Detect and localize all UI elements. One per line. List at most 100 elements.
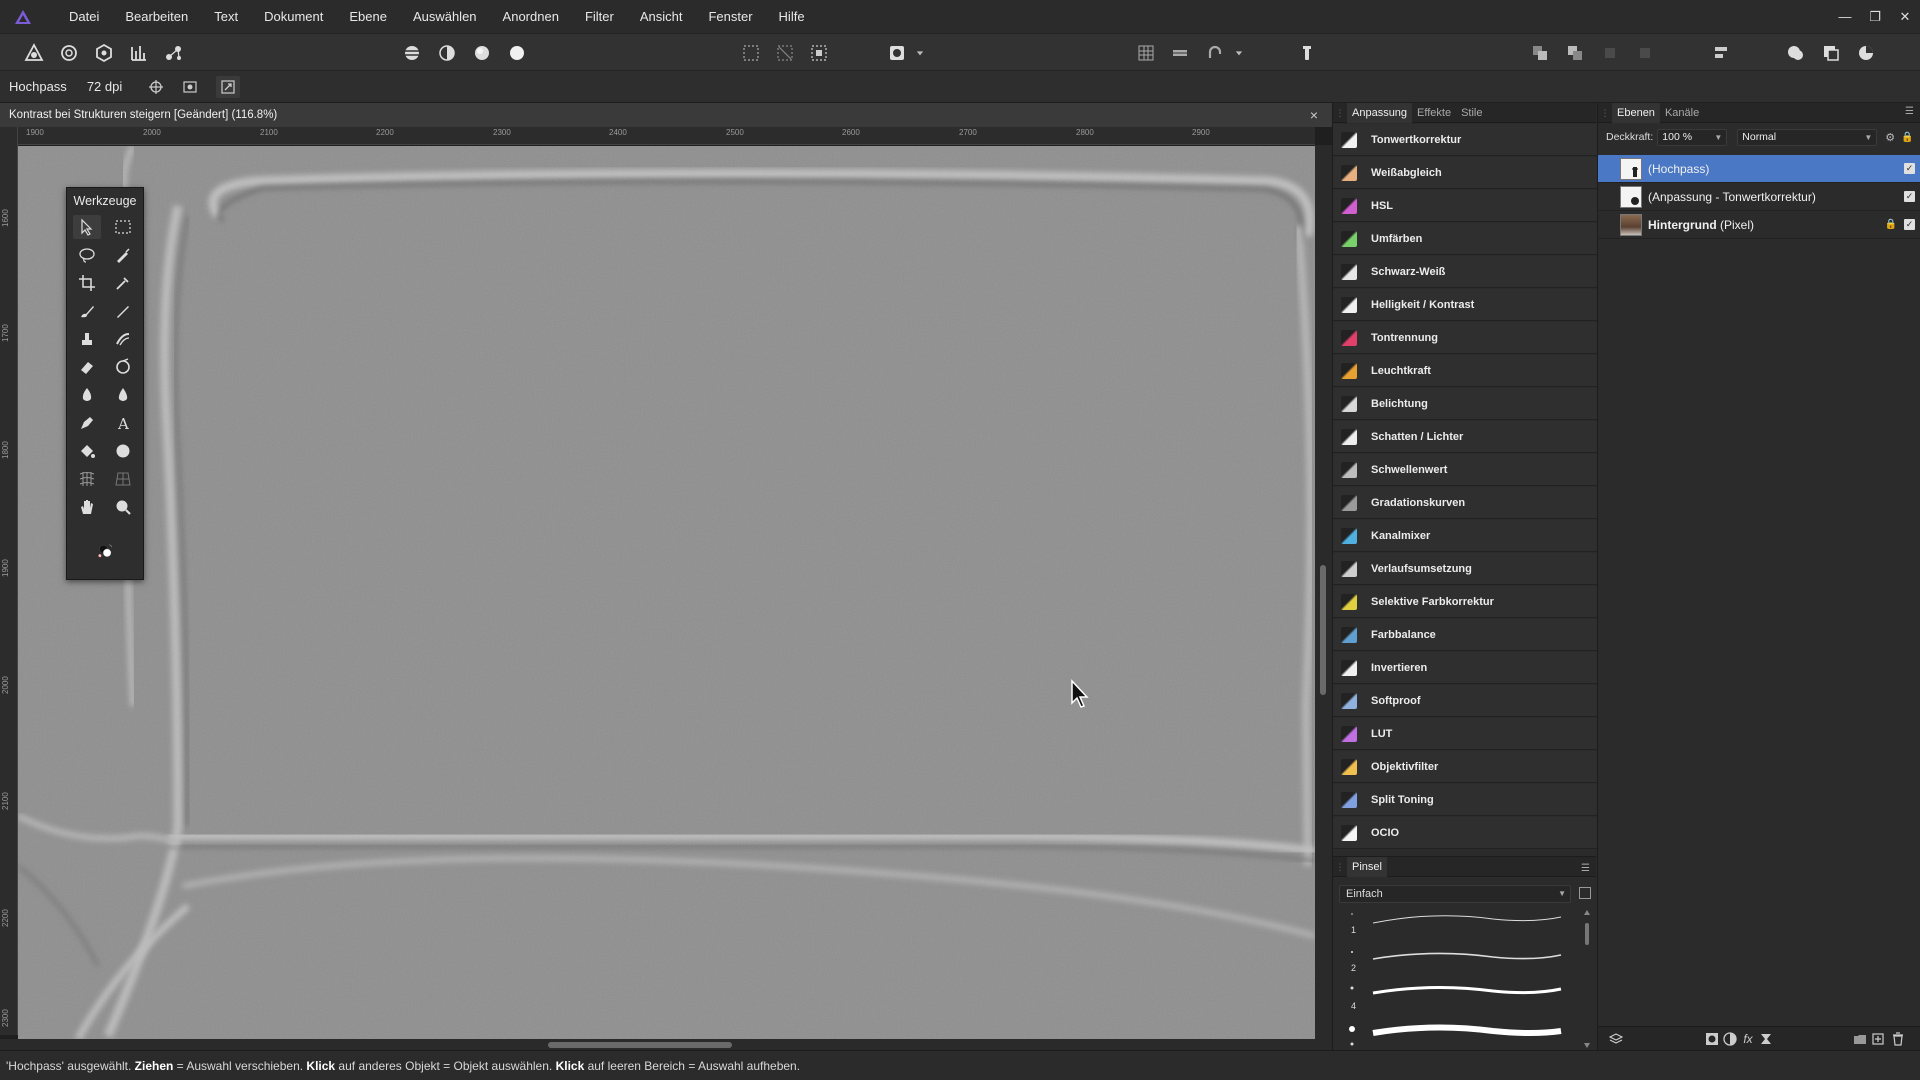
pen-tool-icon[interactable] bbox=[73, 411, 101, 435]
selection-brush-tool-icon[interactable] bbox=[109, 243, 137, 267]
tab-anpassung[interactable]: Anpassung bbox=[1347, 102, 1413, 123]
rectangular-marquee-tool-icon[interactable] bbox=[109, 215, 137, 239]
brush-category-select[interactable]: Einfach ▼ bbox=[1339, 885, 1571, 903]
fx-icon[interactable]: fx bbox=[1740, 1031, 1756, 1047]
smudge-tool-icon[interactable] bbox=[109, 327, 137, 351]
adjustment-item[interactable]: HSL bbox=[1333, 190, 1597, 222]
adjustment-item[interactable]: Weißabgleich bbox=[1333, 157, 1597, 189]
align-objects-icon[interactable] bbox=[1709, 40, 1735, 66]
gear-icon[interactable]: ⚙ bbox=[1885, 131, 1895, 144]
brush-scrollbar[interactable] bbox=[1583, 909, 1591, 1049]
brush-panel-menu-icon[interactable]: ☰ bbox=[1581, 863, 1590, 874]
adjustment-item[interactable]: Helligkeit / Kontrast bbox=[1333, 289, 1597, 321]
brush-preset[interactable]: 1 bbox=[1343, 909, 1573, 947]
ellipse-tool-icon[interactable] bbox=[109, 439, 137, 463]
clone-tool-icon[interactable] bbox=[73, 327, 101, 351]
tab-ebenen[interactable]: Ebenen bbox=[1612, 102, 1660, 123]
invert-selection-icon[interactable] bbox=[806, 40, 832, 66]
layer-row-hintergrund[interactable]: Hintergrund (Pixel) 🔒 ✓ bbox=[1598, 211, 1920, 239]
menu-anordnen[interactable]: Anordnen bbox=[490, 0, 572, 33]
add-pixel-layer-icon[interactable] bbox=[1870, 1031, 1886, 1047]
deselect-icon[interactable] bbox=[772, 40, 798, 66]
adjustment-item[interactable]: Leuchtkraft bbox=[1333, 355, 1597, 387]
menu-datei[interactable]: Datei bbox=[56, 0, 112, 33]
menu-dokument[interactable]: Dokument bbox=[251, 0, 336, 33]
adjustment-layer-icon[interactable] bbox=[1722, 1031, 1738, 1047]
auto-levels-icon[interactable] bbox=[399, 40, 425, 66]
adjustment-item[interactable]: OCIO bbox=[1333, 817, 1597, 849]
zoom-tool-icon[interactable] bbox=[109, 495, 137, 519]
app-logo-icon[interactable] bbox=[12, 6, 34, 28]
color-picker-tool-icon[interactable] bbox=[109, 271, 137, 295]
tab-effekte[interactable]: Effekte bbox=[1412, 103, 1456, 123]
arrange-backward-icon[interactable] bbox=[1632, 40, 1658, 66]
menu-fenster[interactable]: Fenster bbox=[695, 0, 765, 33]
document-tab[interactable]: Kontrast bei Strukturen steigern [Geände… bbox=[0, 103, 1332, 127]
brush-options-icon[interactable] bbox=[1579, 887, 1591, 899]
close-window-icon[interactable]: ✕ bbox=[1890, 0, 1920, 33]
adjustment-item[interactable]: LUT bbox=[1333, 718, 1597, 750]
layer-visibility-checkbox[interactable]: ✓ bbox=[1904, 163, 1915, 174]
panel-grip-icon[interactable]: ⋮ bbox=[1333, 103, 1347, 123]
crop-tool-icon[interactable] bbox=[73, 271, 101, 295]
blemish-removal-tool-icon[interactable] bbox=[109, 355, 137, 379]
pin-icon[interactable] bbox=[216, 75, 241, 98]
horizontal-scrollbar[interactable] bbox=[0, 1039, 1332, 1050]
hand-tool-icon[interactable] bbox=[73, 495, 101, 519]
menu-hilfe[interactable]: Hilfe bbox=[766, 0, 818, 33]
tab-kanaele[interactable]: Kanäle bbox=[1660, 103, 1704, 123]
auto-contrast-icon[interactable] bbox=[434, 40, 460, 66]
layer-row-hochpass[interactable]: (Hochpass) ✓ bbox=[1598, 155, 1920, 183]
transform-origin-icon[interactable] bbox=[144, 76, 168, 98]
perspective-tool-icon[interactable] bbox=[109, 467, 137, 491]
mask-layer-icon[interactable] bbox=[1704, 1031, 1720, 1047]
tone-mapping-persona-icon[interactable] bbox=[126, 40, 152, 66]
auto-white-balance-icon[interactable] bbox=[504, 40, 530, 66]
layers-stack-icon[interactable] bbox=[1608, 1031, 1624, 1047]
tab-stile[interactable]: Stile bbox=[1456, 103, 1487, 123]
blend-mode-select[interactable]: Normal ▼ bbox=[1737, 128, 1878, 146]
text-tool-icon[interactable]: A bbox=[109, 411, 137, 435]
hide-selection-icon[interactable] bbox=[178, 76, 202, 98]
adjustment-item[interactable]: Kanalmixer bbox=[1333, 520, 1597, 552]
vertical-scrollbar[interactable] bbox=[1315, 145, 1332, 1039]
delete-layer-icon[interactable] bbox=[1890, 1031, 1906, 1047]
selection-marquee-icon[interactable] bbox=[738, 40, 764, 66]
color-swatches[interactable] bbox=[81, 528, 131, 574]
arrange-front-icon[interactable] bbox=[1562, 40, 1588, 66]
layer-row-tonwertkorrektur[interactable]: (Anpassung - Tonwertkorrektur) ✓ bbox=[1598, 183, 1920, 211]
adjustment-item[interactable]: Selektive Farbkorrektur bbox=[1333, 586, 1597, 618]
menu-auswaehlen[interactable]: Auswählen bbox=[400, 0, 490, 33]
boolean-intersect-icon[interactable] bbox=[1853, 40, 1879, 66]
panel-grip-icon[interactable]: ⋮ bbox=[1333, 857, 1347, 877]
adjustment-item[interactable]: Invertieren bbox=[1333, 652, 1597, 684]
adjustment-item[interactable]: Schwellenwert bbox=[1333, 454, 1597, 486]
assistant-icon[interactable] bbox=[1294, 40, 1320, 66]
blur-tool-icon[interactable] bbox=[109, 383, 137, 407]
photo-persona-icon[interactable] bbox=[21, 40, 47, 66]
adjustment-item[interactable]: Tonwertkorrektur bbox=[1333, 124, 1597, 156]
adjustment-item[interactable]: Softproof bbox=[1333, 685, 1597, 717]
adjustment-item[interactable]: Objektivfilter bbox=[1333, 751, 1597, 783]
quick-mask-icon[interactable] bbox=[884, 40, 910, 66]
lock-icon[interactable]: 🔒 bbox=[1901, 132, 1913, 143]
group-layers-icon[interactable] bbox=[1852, 1031, 1868, 1047]
menu-text[interactable]: Text bbox=[201, 0, 251, 33]
restore-icon[interactable]: ❐ bbox=[1860, 0, 1890, 33]
adjustment-item[interactable]: Belichtung bbox=[1333, 388, 1597, 420]
layers-panel-menu-icon[interactable]: ☰ bbox=[1905, 106, 1914, 117]
panel-grip-icon[interactable]: ⋮ bbox=[1598, 103, 1612, 123]
pixel-tool-icon[interactable] bbox=[109, 299, 137, 323]
opacity-input[interactable]: 100 % ▼ bbox=[1657, 128, 1728, 146]
menu-bearbeiten[interactable]: Bearbeiten bbox=[112, 0, 201, 33]
adjustment-item[interactable]: Farbbalance bbox=[1333, 619, 1597, 651]
develop-persona-icon[interactable] bbox=[91, 40, 117, 66]
snapping-dropdown-icon[interactable] bbox=[1232, 40, 1246, 66]
auto-colors-icon[interactable] bbox=[469, 40, 495, 66]
dodge-tool-icon[interactable] bbox=[73, 383, 101, 407]
layer-visibility-checkbox[interactable]: ✓ bbox=[1904, 191, 1915, 202]
close-document-icon[interactable]: × bbox=[1304, 105, 1324, 125]
mesh-warp-tool-icon[interactable] bbox=[73, 467, 101, 491]
adjustment-item[interactable]: Schwarz-Weiß bbox=[1333, 256, 1597, 288]
adjustment-item[interactable]: Umfärben bbox=[1333, 223, 1597, 255]
